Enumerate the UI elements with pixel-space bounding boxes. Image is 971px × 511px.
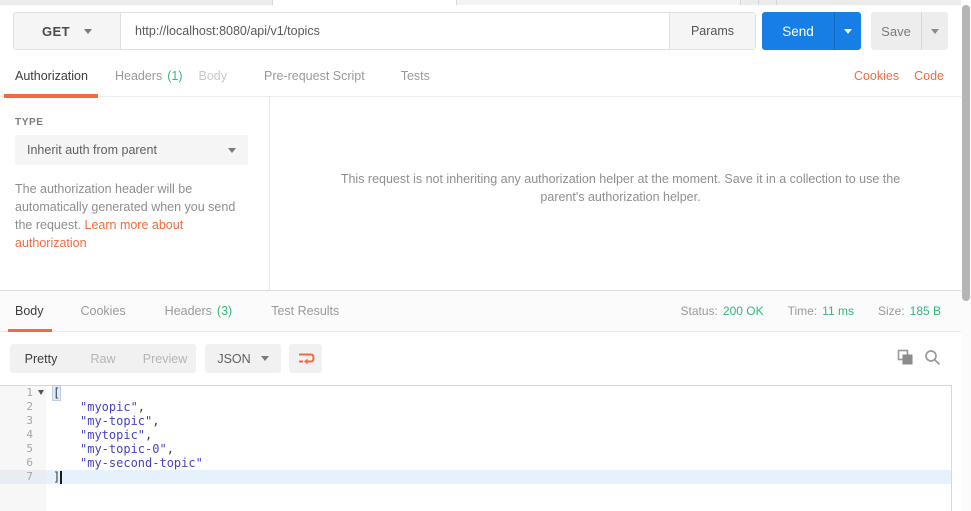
code-line: 2 "myopic", xyxy=(0,400,951,414)
method-label: GET xyxy=(42,23,70,39)
scrollbar-thumb[interactable] xyxy=(962,5,970,301)
url-group: GET http://localhost:8080/api/v1/topics … xyxy=(13,12,756,50)
chevron-down-icon xyxy=(260,356,269,361)
authorization-panel: TYPE Inherit auth from parent The author… xyxy=(0,97,971,291)
save-label: Save xyxy=(881,23,911,39)
request-side-links: Cookies Code xyxy=(854,69,944,83)
time-badge: Time: 11 ms xyxy=(787,304,854,318)
wrap-text-icon xyxy=(298,353,315,365)
chevron-down-icon xyxy=(83,28,92,34)
tab-body[interactable]: Body xyxy=(193,56,234,97)
url-input[interactable]: http://localhost:8080/api/v1/topics xyxy=(121,13,669,49)
auth-type-value: Inherit auth from parent xyxy=(27,143,157,157)
view-raw-button[interactable]: Raw xyxy=(72,344,134,373)
editor-empty-area xyxy=(0,484,951,511)
method-select[interactable]: GET xyxy=(14,13,121,49)
wrap-text-button[interactable] xyxy=(289,344,322,373)
type-label: TYPE xyxy=(15,117,44,128)
tab-test-results[interactable]: Test Results xyxy=(265,291,345,332)
url-value: http://localhost:8080/api/v1/topics xyxy=(135,24,320,38)
chevron-down-icon xyxy=(844,28,852,34)
code-line: 1 [ xyxy=(0,385,951,401)
request-bar: GET http://localhost:8080/api/v1/topics … xyxy=(0,12,971,50)
send-options-button[interactable] xyxy=(834,12,861,50)
code-line: 4 "mytopic", xyxy=(0,428,951,442)
tab-response-headers[interactable]: Headers (3) xyxy=(159,291,239,332)
format-value: JSON xyxy=(217,351,251,366)
auth-type-pane: TYPE Inherit auth from parent The author… xyxy=(0,97,270,290)
send-label: Send xyxy=(782,23,814,39)
tab-tests[interactable]: Tests xyxy=(395,56,436,97)
response-body-editor[interactable]: 1 [ 2 "myopic", 3 "my-topic", 4 "mytopic… xyxy=(0,385,952,511)
workspace-tab xyxy=(456,0,740,5)
auth-helper-pane: This request is not inheriting any autho… xyxy=(270,97,971,290)
view-mode-group: Pretty Raw Preview xyxy=(10,344,196,373)
request-tabs: Authorization Headers (1) Body Pre-reque… xyxy=(0,56,971,98)
vertical-scrollbar[interactable] xyxy=(961,0,971,511)
code-link[interactable]: Code xyxy=(914,69,944,83)
status-badge: Status: 200 OK xyxy=(680,304,764,318)
search-icon xyxy=(924,349,940,365)
view-preview-button[interactable]: Preview xyxy=(134,344,196,373)
format-select[interactable]: JSON xyxy=(205,344,281,373)
tab-response-cookies[interactable]: Cookies xyxy=(75,291,132,332)
response-status-line: Status: 200 OK Time: 11 ms Size: 185 B xyxy=(681,304,941,318)
response-tabs: Body Cookies Headers (3) Test Results St… xyxy=(0,291,971,333)
search-response-button[interactable] xyxy=(921,346,943,368)
text-cursor xyxy=(60,471,63,484)
response-headers-count-badge: (3) xyxy=(216,304,233,318)
tab-response-body[interactable]: Body xyxy=(8,291,52,333)
cookies-link[interactable]: Cookies xyxy=(854,69,899,83)
code-line: 6 "my-second-topic" xyxy=(0,456,951,470)
postman-window: GET http://localhost:8080/api/v1/topics … xyxy=(0,0,971,511)
chevron-down-icon xyxy=(931,28,939,34)
close-bracket: ] xyxy=(53,470,61,484)
copy-response-button[interactable] xyxy=(894,346,916,368)
headers-count-badge: (1) xyxy=(167,69,183,83)
open-bracket: [ xyxy=(52,385,62,401)
code-line-active: 7 ] xyxy=(0,470,951,484)
save-button[interactable]: Save xyxy=(871,12,948,50)
auth-type-select[interactable]: Inherit auth from parent xyxy=(15,135,248,165)
response-toolbar: Pretty Raw Preview JSON xyxy=(0,332,971,385)
save-options-button[interactable] xyxy=(921,12,948,50)
workspace-tab xyxy=(272,0,456,5)
chevron-down-icon xyxy=(228,147,236,153)
workspace-tab-strip xyxy=(0,0,971,5)
code-line: 3 "my-topic", xyxy=(0,414,951,428)
copy-icon xyxy=(897,349,912,364)
tab-headers[interactable]: Headers (1) xyxy=(109,56,189,97)
size-badge: Size: 185 B xyxy=(877,304,941,318)
fold-toggle-icon[interactable] xyxy=(38,390,44,395)
tab-authorization[interactable]: Authorization xyxy=(4,56,98,98)
send-button[interactable]: Send xyxy=(762,12,861,50)
auth-helper-message: This request is not inheriting any autho… xyxy=(340,172,901,204)
tab-prerequest-script[interactable]: Pre-request Script xyxy=(258,56,371,97)
params-button[interactable]: Params xyxy=(669,13,755,49)
auth-description: The authorization header will be automat… xyxy=(15,182,236,250)
code-line: 5 "my-topic-0", xyxy=(0,442,951,456)
view-pretty-button[interactable]: Pretty xyxy=(10,344,72,373)
